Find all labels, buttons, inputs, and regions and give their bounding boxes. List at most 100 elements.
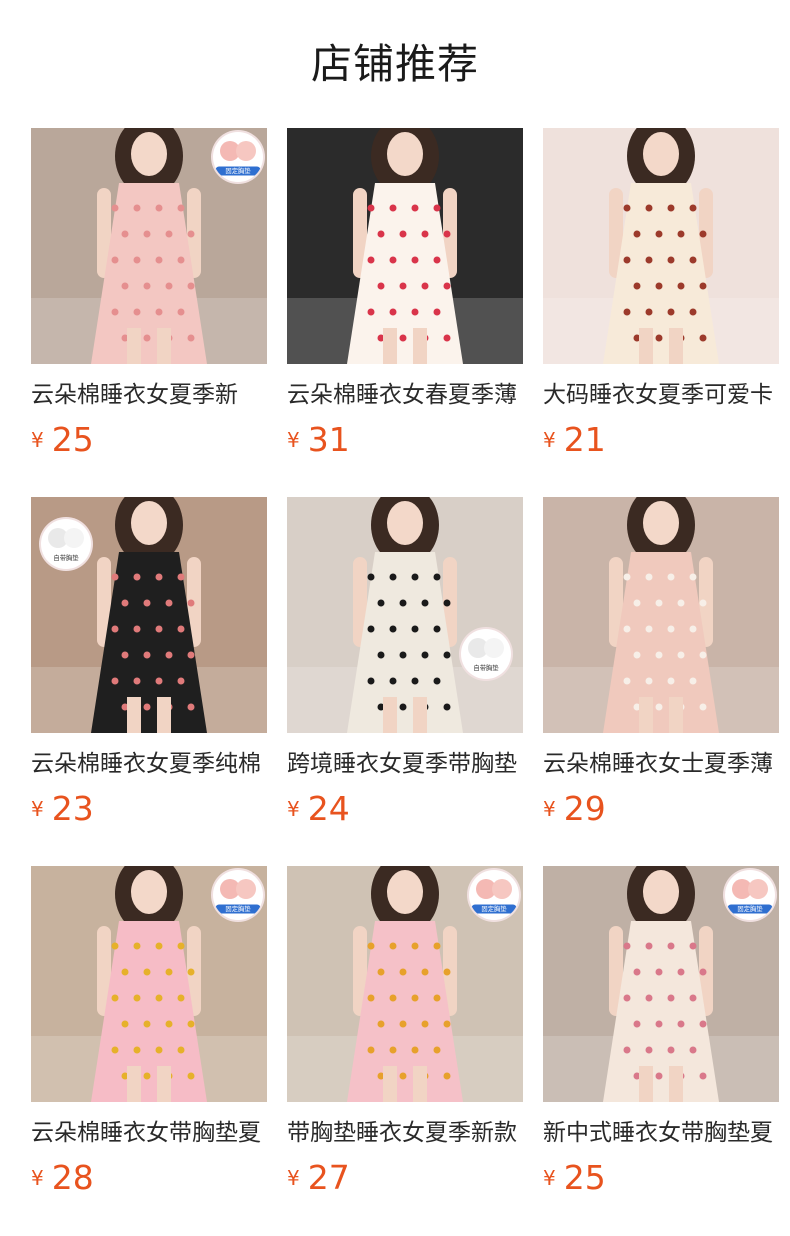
product-price: ¥23 xyxy=(31,789,267,829)
product-title[interactable]: 大码睡衣女夏季可爱卡 xyxy=(543,380,779,410)
product-image[interactable]: 固定胸垫 xyxy=(31,866,267,1102)
pattern-dot xyxy=(133,573,141,581)
bra-pad-badge: 固定胸垫 xyxy=(213,132,263,182)
face xyxy=(131,132,167,176)
pattern-dot xyxy=(143,282,151,290)
product-card[interactable]: 自带胸垫 跨境睡衣女夏季带胸垫 ¥24 xyxy=(287,497,523,829)
pattern-dot xyxy=(655,1020,663,1028)
pattern-dot xyxy=(377,599,385,607)
product-title[interactable]: 新中式睡衣女带胸垫夏 xyxy=(543,1118,779,1148)
pattern-dot xyxy=(133,204,141,212)
pattern-dot xyxy=(689,1046,697,1054)
pattern-dot xyxy=(155,1046,163,1054)
price-value: 31 xyxy=(307,420,350,459)
pattern-dot xyxy=(155,677,163,685)
currency-symbol: ¥ xyxy=(543,797,556,821)
pattern-dot xyxy=(111,677,119,685)
product-card[interactable]: 固定胸垫 云朵棉睡衣女夏季新 ¥25 xyxy=(31,128,267,460)
pattern-dot xyxy=(165,230,173,238)
price-value: 24 xyxy=(307,789,350,828)
pattern-dot xyxy=(443,968,451,976)
product-card[interactable]: 云朵棉睡衣女士夏季薄 ¥29 xyxy=(543,497,779,829)
leg xyxy=(157,328,171,364)
pattern-dot xyxy=(389,204,397,212)
pattern-dot xyxy=(689,677,697,685)
pattern-dot xyxy=(389,677,397,685)
product-image[interactable]: 固定胸垫 xyxy=(543,866,779,1102)
product-image[interactable]: 固定胸垫 xyxy=(31,128,267,364)
pattern-dot xyxy=(645,1046,653,1054)
pattern-dot xyxy=(433,942,441,950)
product-price: ¥31 xyxy=(287,420,523,460)
leg xyxy=(413,697,427,733)
product-image[interactable]: 固定胸垫 xyxy=(287,866,523,1102)
currency-symbol: ¥ xyxy=(543,1166,556,1190)
bra-pad-badge: 固定胸垫 xyxy=(469,870,519,920)
pattern-dot xyxy=(121,968,129,976)
product-card[interactable]: 固定胸垫 带胸垫睡衣女夏季新款 ¥27 xyxy=(287,866,523,1198)
leg xyxy=(157,1066,171,1102)
product-grid: 固定胸垫 云朵棉睡衣女夏季新 ¥25 云朵棉睡衣女春夏季薄 ¥31 大码睡衣女夏季可爱卡 ¥… xyxy=(0,0,790,1236)
pattern-dot xyxy=(111,994,119,1002)
bra-cup-icon xyxy=(468,638,504,658)
product-title[interactable]: 云朵棉睡衣女带胸垫夏 xyxy=(31,1118,267,1148)
product-card[interactable]: 云朵棉睡衣女春夏季薄 ¥31 xyxy=(287,128,523,460)
badge-label: 固定胸垫 xyxy=(471,904,517,914)
leg xyxy=(413,1066,427,1102)
leg xyxy=(639,697,653,733)
pattern-dot xyxy=(645,256,653,264)
pattern-dot xyxy=(377,282,385,290)
pattern-dot xyxy=(367,308,375,316)
pattern-dot xyxy=(143,1072,151,1080)
pattern-dot xyxy=(133,942,141,950)
pattern-dot xyxy=(133,994,141,1002)
product-title[interactable]: 跨境睡衣女夏季带胸垫 xyxy=(287,749,523,779)
product-image[interactable]: 自带胸垫 xyxy=(287,497,523,733)
pattern-dot xyxy=(677,282,685,290)
pattern-dot xyxy=(399,1072,407,1080)
product-title[interactable]: 云朵棉睡衣女士夏季薄 xyxy=(543,749,779,779)
leg xyxy=(639,328,653,364)
pattern-dot xyxy=(677,651,685,659)
badge-label: 自带胸垫 xyxy=(473,664,499,672)
pattern-dot xyxy=(155,204,163,212)
pattern-dot xyxy=(155,994,163,1002)
product-price: ¥28 xyxy=(31,1158,267,1198)
product-card[interactable]: 大码睡衣女夏季可爱卡 ¥21 xyxy=(543,128,779,460)
pattern-dot xyxy=(187,599,195,607)
product-image[interactable]: 自带胸垫 xyxy=(31,497,267,733)
price-value: 23 xyxy=(51,789,94,828)
pattern-dot xyxy=(645,573,653,581)
pattern-dot xyxy=(165,651,173,659)
product-title[interactable]: 带胸垫睡衣女夏季新款 xyxy=(287,1118,523,1148)
pattern-dot xyxy=(699,703,707,711)
product-image[interactable] xyxy=(543,128,779,364)
pattern-dot xyxy=(399,599,407,607)
leg xyxy=(639,1066,653,1102)
pattern-dot xyxy=(699,599,707,607)
pattern-dot xyxy=(699,282,707,290)
product-card[interactable]: 固定胸垫云朵棉睡衣女带胸垫夏 ¥28 xyxy=(31,866,267,1198)
leg xyxy=(383,1066,397,1102)
product-card[interactable]: 固定胸垫 新中式睡衣女带胸垫夏 ¥25 xyxy=(543,866,779,1198)
pattern-dot xyxy=(623,994,631,1002)
pattern-dot xyxy=(143,1020,151,1028)
pattern-dot xyxy=(411,677,419,685)
pattern-dot xyxy=(143,599,151,607)
product-image[interactable] xyxy=(287,128,523,364)
bra-pad-badge: 固定胸垫 xyxy=(213,870,263,920)
product-title[interactable]: 云朵棉睡衣女春夏季薄 xyxy=(287,380,523,410)
pattern-dot xyxy=(177,573,185,581)
pattern-dot xyxy=(111,256,119,264)
pattern-dot xyxy=(623,677,631,685)
product-title[interactable]: 云朵棉睡衣女夏季纯棉 xyxy=(31,749,267,779)
pattern-dot xyxy=(133,256,141,264)
product-image[interactable] xyxy=(543,497,779,733)
pattern-dot xyxy=(667,994,675,1002)
pattern-dot xyxy=(187,1072,195,1080)
pattern-dot xyxy=(667,573,675,581)
pattern-dot xyxy=(623,308,631,316)
product-card[interactable]: 自带胸垫云朵棉睡衣女夏季纯棉 ¥23 xyxy=(31,497,267,829)
product-title[interactable]: 云朵棉睡衣女夏季新 xyxy=(31,380,267,410)
pattern-dot xyxy=(443,703,451,711)
